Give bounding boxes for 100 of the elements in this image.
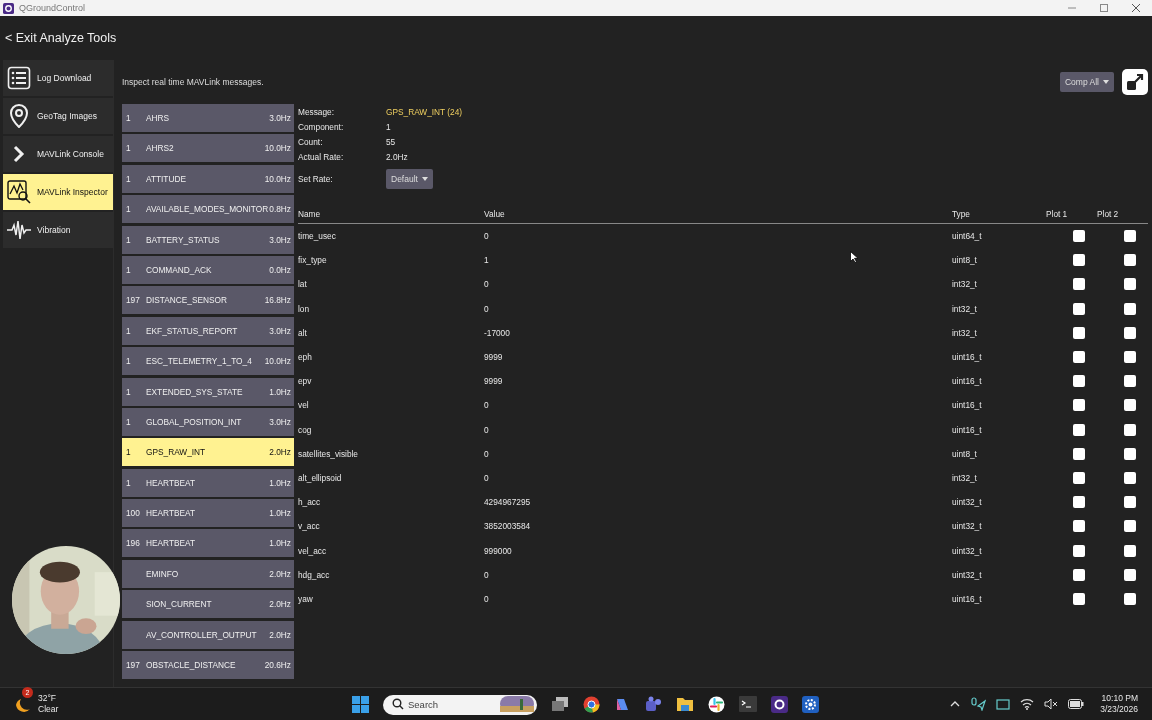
checkbox[interactable] xyxy=(1073,520,1085,533)
checkbox[interactable] xyxy=(1073,447,1085,460)
checkbox[interactable] xyxy=(1073,496,1085,509)
checkbox[interactable] xyxy=(1124,230,1136,243)
message-row[interactable]: 1 GLOBAL_POSITION_INT 3.0Hz xyxy=(122,407,294,436)
checkbox[interactable] xyxy=(1124,375,1136,388)
gear-icon[interactable] xyxy=(802,695,819,713)
nav-button[interactable]: GeoTag Images xyxy=(3,98,113,134)
temperature-text: 32°F xyxy=(38,693,58,704)
checkbox[interactable] xyxy=(1073,399,1085,412)
checkbox[interactable] xyxy=(1073,568,1085,581)
message-row[interactable]: 196 HEARTBEAT 1.0Hz xyxy=(122,529,294,558)
message-row[interactable]: 1 HEARTBEAT 1.0Hz xyxy=(122,468,294,497)
folder-icon[interactable] xyxy=(676,696,694,712)
wifi-icon[interactable] xyxy=(1020,698,1035,710)
window-title: QGroundControl xyxy=(19,3,86,13)
nav-button[interactable]: Vibration xyxy=(3,212,113,248)
table-cell: uint16_t xyxy=(952,352,982,363)
checkbox[interactable] xyxy=(1124,302,1136,315)
start-icon[interactable] xyxy=(352,695,369,713)
hash-app-icon[interactable] xyxy=(708,695,725,713)
message-row[interactable]: 1 EXTENDED_SYS_STATE 1.0Hz xyxy=(122,377,294,406)
message-row[interactable]: 1 ATTITUDE 10.0Hz xyxy=(122,164,294,193)
table-cell: uint16_t xyxy=(952,400,982,411)
table-cell: vel xyxy=(298,400,309,411)
checkbox[interactable] xyxy=(1124,278,1136,291)
table-cell: uint64_t xyxy=(952,231,982,242)
message-row[interactable]: 1 EKF_STATUS_REPORT 3.0Hz xyxy=(122,316,294,345)
checkbox[interactable] xyxy=(1124,592,1136,605)
message-row[interactable]: 1 COMMAND_ACK 0.0Hz xyxy=(122,255,294,284)
checkbox[interactable] xyxy=(1073,302,1085,315)
checkbox[interactable] xyxy=(1124,351,1136,364)
checkbox[interactable] xyxy=(1073,326,1085,339)
terminal-icon[interactable] xyxy=(739,696,757,712)
message-row[interactable]: 1 ESC_TELEMETRY_1_TO_4 10.0Hz xyxy=(122,347,294,376)
checkbox[interactable] xyxy=(1124,568,1136,581)
nav-button[interactable]: Log Download xyxy=(3,60,113,96)
message-row[interactable]: SION_CURRENT 2.0Hz xyxy=(122,590,294,619)
table-cell: uint32_t xyxy=(952,569,982,580)
checkbox[interactable] xyxy=(1073,471,1085,484)
table-cell: 9999 xyxy=(484,376,503,387)
checkbox[interactable] xyxy=(1124,496,1136,509)
checkbox[interactable] xyxy=(1124,254,1136,267)
close-icon[interactable] xyxy=(1132,4,1140,12)
message-row[interactable]: 1 BATTERY_STATUS 3.0Hz xyxy=(122,225,294,254)
checkbox[interactable] xyxy=(1124,544,1136,557)
screen-icon[interactable] xyxy=(996,698,1011,710)
table-cell: uint32_t xyxy=(952,521,982,532)
checkbox[interactable] xyxy=(1124,471,1136,484)
table-cell: 0 xyxy=(484,569,489,580)
table-cell: int32_t xyxy=(952,303,977,314)
message-row[interactable]: 197 DISTANCE_SENSOR 16.8Hz xyxy=(122,286,294,315)
chevron-up-icon[interactable] xyxy=(950,700,961,708)
message-row[interactable]: AV_CONTROLLER_OUTPUT 2.0Hz xyxy=(122,620,294,649)
checkbox[interactable] xyxy=(1124,447,1136,460)
nav-button[interactable]: MAVLink Console xyxy=(3,136,113,172)
message-row[interactable]: 1 AVAILABLE_MODES_MONITOR0.8Hz xyxy=(122,195,294,224)
checkbox[interactable] xyxy=(1124,423,1136,436)
info-label: Component: xyxy=(298,121,345,132)
table-cell: satellites_visible xyxy=(298,448,358,459)
maximize-icon[interactable] xyxy=(1100,4,1108,12)
task-view-icon[interactable] xyxy=(551,696,569,712)
team-chat-icon[interactable] xyxy=(645,695,662,713)
message-row[interactable]: 1 AHRS 3.0Hz xyxy=(122,104,294,132)
checkbox[interactable] xyxy=(1073,592,1085,605)
checkbox[interactable] xyxy=(1073,423,1085,436)
battery-icon[interactable] xyxy=(1068,699,1085,709)
table-cell: h_acc xyxy=(298,497,321,508)
rate-dropdown[interactable]: Default xyxy=(386,169,433,189)
table-cell: uint32_t xyxy=(952,497,982,508)
checkbox[interactable] xyxy=(1073,278,1085,291)
table-cell: time_usec xyxy=(298,231,336,242)
message-row[interactable]: 1 GPS_RAW_INT 2.0Hz xyxy=(122,438,294,467)
checkbox[interactable] xyxy=(1073,254,1085,267)
checkbox[interactable] xyxy=(1124,326,1136,339)
browser-icon[interactable] xyxy=(583,695,600,713)
message-row[interactable]: 1 AHRS2 10.0Hz xyxy=(122,134,294,163)
clock[interactable]: 10:10 PM 3/23/2026 xyxy=(1100,693,1138,715)
table-cell: 0 xyxy=(484,424,489,435)
nav-button[interactable]: MAVLink Inspector xyxy=(3,174,113,210)
checkbox[interactable] xyxy=(1073,230,1085,243)
table-cell: 1 xyxy=(484,255,489,266)
table-cell: 0 xyxy=(484,593,489,604)
checkbox[interactable] xyxy=(1073,351,1085,364)
message-row[interactable]: 197 OBSTACLE_DISTANCE 20.6Hz xyxy=(122,651,294,680)
table-cell: int32_t xyxy=(952,472,977,483)
table-cell: vel_acc xyxy=(298,545,327,556)
checkbox[interactable] xyxy=(1073,544,1085,557)
popout-button[interactable] xyxy=(1122,69,1148,95)
component-dropdown[interactable]: Comp All xyxy=(1060,72,1114,92)
checkbox[interactable] xyxy=(1124,399,1136,412)
waveform-icon xyxy=(7,218,31,242)
checkbox[interactable] xyxy=(1124,520,1136,533)
muted-speaker-icon[interactable] xyxy=(1044,698,1059,710)
app-icon[interactable] xyxy=(771,695,788,713)
back-link[interactable]: < Exit Analyze Tools xyxy=(5,31,117,45)
table-cell: 0 xyxy=(484,400,489,411)
message-row[interactable]: 100 HEARTBEAT 1.0Hz xyxy=(122,499,294,528)
message-row[interactable]: EMINFO 2.0Hz xyxy=(122,559,294,588)
checkbox[interactable] xyxy=(1073,375,1085,388)
